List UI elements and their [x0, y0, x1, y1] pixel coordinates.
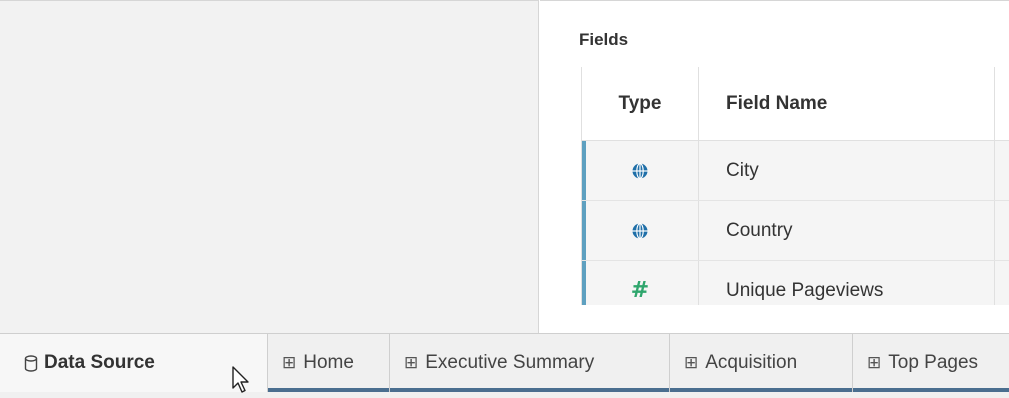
sheet-icon: ⊞: [684, 353, 699, 373]
sheet-icon: ⊞: [867, 353, 882, 373]
table-row[interactable]: City: [582, 141, 1009, 201]
tab-data-source[interactable]: Data Source: [0, 334, 268, 392]
row-accent-bar: [582, 261, 586, 305]
field-type-cell[interactable]: #: [582, 261, 699, 305]
data-source-page: Fields Type Field Name City Country # Un…: [0, 0, 1009, 398]
table-header-row: Type Field Name: [582, 67, 1009, 141]
database-icon: [24, 354, 38, 372]
field-name-cell[interactable]: Country: [699, 201, 995, 260]
tab-executive-summary[interactable]: ⊞ Executive Summary: [390, 334, 670, 392]
sheet-tab-bar: Data Source ⊞ Home ⊞ Executive Summary ⊞…: [0, 333, 1009, 398]
tab-acquisition[interactable]: ⊞ Acquisition: [670, 334, 853, 392]
table-row[interactable]: # Unique Pageviews: [582, 261, 1009, 305]
tab-label: Data Source: [44, 352, 155, 373]
connections-canvas[interactable]: [0, 0, 539, 334]
hash-icon[interactable]: #: [631, 278, 649, 303]
fields-table: Type Field Name City Country # Unique Pa…: [581, 67, 1009, 305]
globe-icon[interactable]: [631, 222, 649, 240]
column-header-field-name[interactable]: Field Name: [699, 67, 995, 140]
tab-label: Home: [303, 352, 354, 373]
field-type-cell[interactable]: [582, 201, 699, 260]
tab-label: Acquisition: [705, 352, 798, 373]
mouse-pointer-icon: [232, 366, 249, 393]
field-name-cell[interactable]: City: [699, 141, 995, 200]
fields-panel: Fields Type Field Name City Country # Un…: [540, 0, 1009, 334]
tab-label: Top Pages: [888, 352, 979, 373]
globe-icon[interactable]: [631, 162, 649, 180]
tab-label: Executive Summary: [425, 352, 595, 373]
sheet-icon: ⊞: [404, 353, 419, 373]
row-accent-bar: [582, 201, 586, 260]
row-accent-bar: [582, 141, 586, 200]
column-header-type[interactable]: Type: [582, 67, 699, 140]
sheet-icon: ⊞: [282, 353, 297, 373]
tab-top-pages[interactable]: ⊞ Top Pages: [853, 334, 1009, 392]
fields-title: Fields: [579, 30, 629, 49]
tab-home[interactable]: ⊞ Home: [268, 334, 390, 392]
table-row[interactable]: Country: [582, 201, 1009, 261]
field-name-cell[interactable]: Unique Pageviews: [699, 261, 995, 305]
field-type-cell[interactable]: [582, 141, 699, 200]
